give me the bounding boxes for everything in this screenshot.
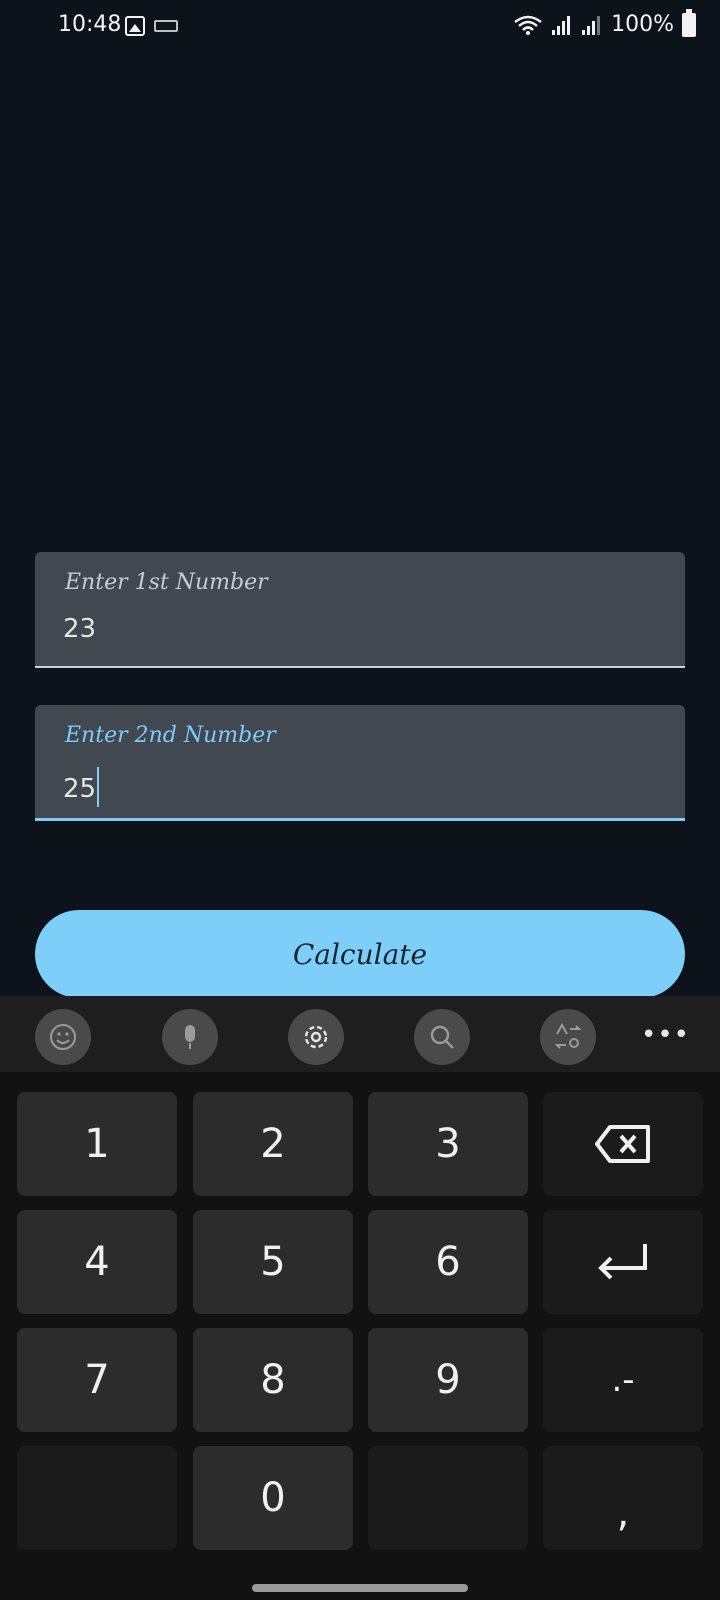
- key-dot-minus[interactable]: .-: [543, 1328, 703, 1432]
- signal-icon-sim1: [552, 15, 571, 35]
- key-4[interactable]: 4: [17, 1210, 177, 1314]
- settings-icon[interactable]: [288, 1009, 344, 1065]
- key-5[interactable]: 5: [193, 1210, 353, 1314]
- key-8[interactable]: 8: [193, 1328, 353, 1432]
- key-empty-right: [368, 1446, 528, 1550]
- emoji-icon[interactable]: [35, 1009, 91, 1065]
- translate-icon[interactable]: [540, 1009, 596, 1065]
- key-9[interactable]: 9: [368, 1328, 528, 1432]
- keyboard-notification-icon: [154, 20, 178, 32]
- key-2[interactable]: 2: [193, 1092, 353, 1196]
- backspace-key[interactable]: [543, 1092, 703, 1196]
- key-3[interactable]: 3: [368, 1092, 528, 1196]
- key-1[interactable]: 1: [17, 1092, 177, 1196]
- signal-icon-sim2: [582, 15, 601, 35]
- numeric-keyboard: ••• 1 2 3 4 5 6 7 8 9 .- 0 ,: [0, 996, 720, 1600]
- battery-percent: 100%: [611, 12, 674, 37]
- first-number-label: Enter 1st Number: [65, 570, 268, 595]
- status-time: 10:48: [58, 12, 122, 37]
- enter-key[interactable]: [543, 1210, 703, 1314]
- gallery-notification-icon: [125, 16, 145, 36]
- wifi-icon: [514, 15, 542, 35]
- mic-icon[interactable]: [162, 1009, 218, 1065]
- key-comma[interactable]: ,: [543, 1446, 703, 1550]
- key-empty-left: [17, 1446, 177, 1550]
- battery-icon: [682, 8, 696, 37]
- keyboard-toolbar: •••: [0, 996, 720, 1072]
- second-number-field[interactable]: Enter 2nd Number 25: [35, 705, 685, 821]
- key-7[interactable]: 7: [17, 1328, 177, 1432]
- home-gesture-bar[interactable]: [252, 1584, 468, 1592]
- status-right-group: 100%: [513, 8, 696, 37]
- more-icon[interactable]: •••: [641, 1020, 690, 1050]
- search-icon[interactable]: [414, 1009, 470, 1065]
- second-number-label: Enter 2nd Number: [65, 723, 276, 748]
- status-bar: 10:48 100%: [0, 0, 720, 56]
- backspace-icon: [595, 1125, 650, 1163]
- key-0[interactable]: 0: [193, 1446, 353, 1550]
- first-number-input[interactable]: 23: [63, 614, 96, 644]
- enter-icon: [598, 1244, 647, 1280]
- key-6[interactable]: 6: [368, 1210, 528, 1314]
- first-number-field[interactable]: Enter 1st Number 23: [35, 552, 685, 668]
- text-cursor: [97, 767, 100, 807]
- second-number-input[interactable]: 25: [63, 774, 96, 804]
- calculate-button[interactable]: Calculate: [35, 910, 685, 998]
- second-number-input-wrap[interactable]: 25: [63, 767, 100, 807]
